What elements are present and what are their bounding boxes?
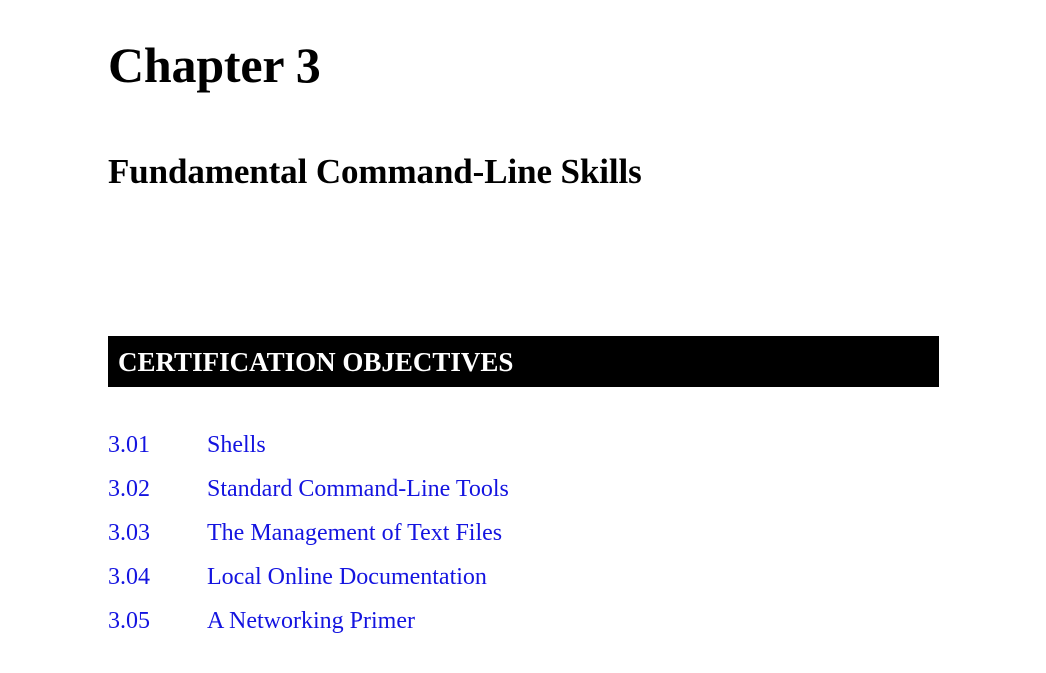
objective-label[interactable]: Local Online Documentation	[207, 562, 948, 592]
objective-item[interactable]: 3.01 Shells	[108, 430, 948, 474]
objective-label[interactable]: Standard Command-Line Tools	[207, 474, 948, 504]
objectives-list: 3.01 Shells 3.02 Standard Command-Line Tool…	[108, 430, 948, 650]
objective-label[interactable]: Shells	[207, 430, 948, 460]
objective-label[interactable]: A Networking Primer	[207, 606, 948, 636]
objective-number: 3.03	[108, 520, 150, 546]
chapter-title: Chapter 3	[108, 37, 321, 93]
objective-number: 3.04	[108, 564, 150, 590]
objective-item[interactable]: 3.05 A Networking Primer	[108, 606, 948, 650]
chapter-subtitle: Fundamental Command-Line Skills	[108, 152, 642, 191]
objective-label[interactable]: The Management of Text Files	[207, 518, 948, 548]
objective-item[interactable]: 3.02 Standard Command-Line Tools	[108, 474, 948, 518]
objective-number: 3.02	[108, 476, 150, 502]
certification-objectives-banner-label: CERTIFICATION OBJECTIVES	[118, 346, 514, 377]
objective-item[interactable]: 3.04 Local Online Documentation	[108, 562, 948, 606]
document-page: Chapter 3 Fundamental Command-Line Skill…	[0, 0, 1046, 673]
objective-number: 3.05	[108, 608, 150, 634]
objective-item[interactable]: 3.03 The Management of Text Files	[108, 518, 948, 562]
objective-number: 3.01	[108, 432, 150, 458]
certification-objectives-banner: CERTIFICATION OBJECTIVES	[108, 336, 939, 387]
